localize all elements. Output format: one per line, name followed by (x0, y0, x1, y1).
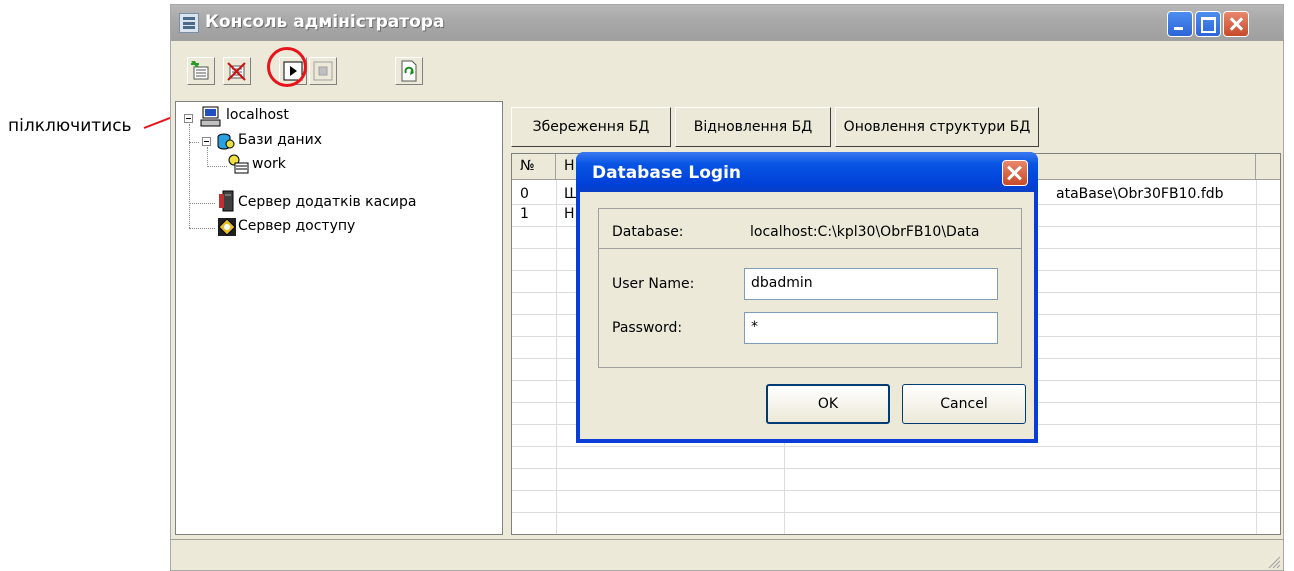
table-row-1-name: Н (564, 206, 575, 222)
console-app-icon (179, 13, 199, 33)
dialog-title: Database Login (592, 163, 741, 183)
column-header-number[interactable]: № (512, 154, 556, 180)
database-login-dialog: Database Login Database: localhost:C:\kp… (576, 152, 1038, 443)
database-label: Database: (612, 224, 684, 240)
close-button[interactable] (1223, 11, 1249, 37)
tree-item-access-server[interactable]: Сервер доступу (238, 218, 355, 234)
collapse-toggle[interactable] (184, 114, 193, 123)
minimize-button[interactable] (1167, 11, 1193, 37)
refresh-icon (401, 60, 417, 82)
status-bar (171, 539, 1283, 570)
dialog-close-button[interactable] (1002, 160, 1028, 186)
frame-divider (598, 248, 1022, 249)
refresh-button[interactable] (395, 57, 423, 85)
password-label: Password: (612, 320, 683, 336)
tree-item-databases[interactable]: Бази даних (238, 132, 322, 148)
resize-grip-icon[interactable] (1267, 555, 1281, 569)
ok-button[interactable]: OK (766, 384, 890, 424)
title-bar[interactable]: Консоль адміністратора (171, 5, 1283, 41)
access-server-icon (218, 218, 236, 236)
tree-item-localhost[interactable]: localhost (226, 107, 289, 123)
dialog-title-bar[interactable]: Database Login (576, 152, 1038, 192)
computer-icon (200, 106, 221, 127)
delete-button[interactable] (223, 57, 251, 85)
backup-db-button[interactable]: Збереження БД (511, 107, 671, 147)
window-title: Консоль адміністратора (205, 12, 445, 32)
database-icon (228, 154, 249, 174)
databases-icon (217, 133, 235, 150)
annotation-circle (267, 47, 307, 87)
collapse-toggle[interactable] (202, 137, 211, 146)
add-icon (191, 61, 209, 80)
server-tree[interactable]: localhost Бази даних work Сервер додаткі… (175, 101, 503, 535)
disconnect-button[interactable] (309, 57, 337, 85)
add-button[interactable] (187, 57, 215, 85)
update-structure-button[interactable]: Оновлення структури БД (835, 107, 1039, 147)
dialog-body: Database: localhost:C:\kpl30\ObrFB10\Dat… (580, 192, 1034, 439)
database-value: localhost:C:\kpl30\ObrFB10\Data (750, 224, 980, 240)
username-input[interactable]: dbadmin (744, 268, 998, 300)
username-label: User Name: (612, 276, 695, 292)
table-row-0-num: 0 (520, 186, 529, 202)
annotation-label: пілключитись (8, 116, 132, 136)
server-icon (219, 190, 234, 212)
maximize-button[interactable] (1195, 11, 1221, 37)
table-row-0-path: ataBase\Obr30FB10.fdb (1056, 186, 1224, 202)
tree-item-work[interactable]: work (252, 156, 286, 172)
disconnect-icon (313, 61, 333, 81)
table-row-1-num: 1 (520, 206, 529, 222)
column-header-extra[interactable] (1256, 154, 1280, 180)
restore-db-button[interactable]: Відновлення БД (675, 107, 831, 147)
tree-item-cashier-server[interactable]: Сервер додатків касира (238, 194, 416, 210)
password-input[interactable]: * (744, 312, 998, 344)
cancel-button[interactable]: Cancel (902, 384, 1026, 424)
delete-icon (227, 62, 246, 81)
